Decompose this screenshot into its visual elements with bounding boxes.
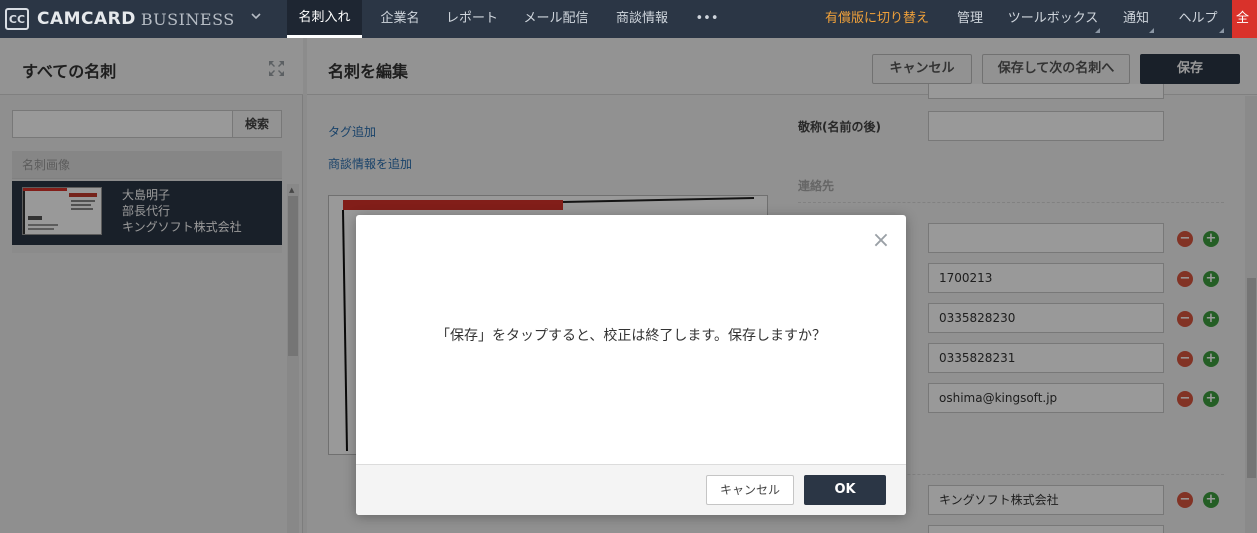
nav-account[interactable]: 全 xyxy=(1232,0,1257,38)
nav-toolbox[interactable]: ツールボックス xyxy=(1004,0,1102,38)
corner-indicator-icon xyxy=(1219,28,1224,33)
nav-tab-reports[interactable]: レポート xyxy=(440,0,504,38)
dialog-ok-button[interactable]: OK xyxy=(804,475,886,505)
upgrade-link[interactable]: 有償版に切り替え xyxy=(822,0,932,38)
nav-tab-email[interactable]: メール配信 xyxy=(516,0,596,38)
chevron-down-icon[interactable] xyxy=(248,10,264,26)
confirm-dialog: × 「保存」をタップすると、校正は終了します。保存しますか？ キャンセル OK xyxy=(356,215,906,515)
nav-tab-cardholder[interactable]: 名刺入れ xyxy=(287,0,362,38)
dialog-footer: キャンセル OK xyxy=(356,464,906,515)
nav-help[interactable]: ヘルプ xyxy=(1170,0,1226,38)
top-nav: CC CAMCARD BUSINESS 名刺入れ 企業名 レポート メール配信 … xyxy=(0,0,1257,38)
nav-tab-companies[interactable]: 企業名 xyxy=(370,0,430,38)
more-icon[interactable]: ••• xyxy=(690,0,724,38)
corner-indicator-icon xyxy=(1095,28,1100,33)
nav-tab-deals[interactable]: 商談情報 xyxy=(606,0,678,38)
app-logo[interactable]: CC CAMCARD BUSINESS xyxy=(0,0,282,38)
logo-text: CAMCARD xyxy=(37,9,136,29)
logo-icon: CC xyxy=(5,8,29,30)
nav-admin[interactable]: 管理 xyxy=(948,0,992,38)
close-icon[interactable]: × xyxy=(871,230,891,252)
corner-indicator-icon xyxy=(1149,28,1154,33)
dialog-cancel-button[interactable]: キャンセル xyxy=(706,475,794,505)
dialog-message: 「保存」をタップすると、校正は終了します。保存しますか？ xyxy=(435,328,827,344)
nav-notifications[interactable]: 通知 xyxy=(1116,0,1156,38)
logo-subtext: BUSINESS xyxy=(140,9,235,29)
